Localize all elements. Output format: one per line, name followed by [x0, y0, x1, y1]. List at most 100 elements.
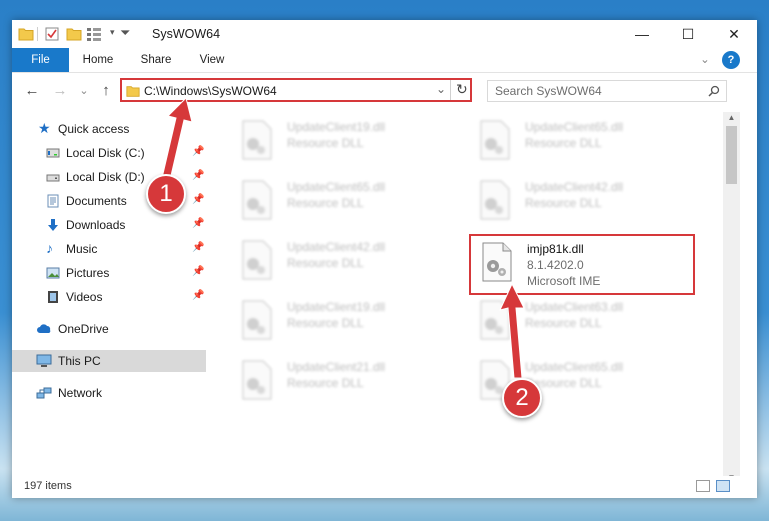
file-type: Resource DLL	[287, 136, 364, 150]
file-type: Resource DLL	[287, 256, 364, 270]
sidebar-item-videos[interactable]: Videos 📌	[12, 286, 206, 308]
details-view-icon[interactable]	[696, 480, 710, 492]
file-name: UpdateClient65.dll	[525, 120, 624, 134]
drive-icon	[46, 174, 60, 182]
sidebar-item-downloads[interactable]: Downloads 📌	[12, 214, 206, 236]
step-2-badge: 2	[502, 378, 542, 418]
minimize-button[interactable]: —	[619, 20, 665, 48]
recent-locations-button[interactable]: ⌄	[74, 82, 94, 100]
sidebar-item-music[interactable]: ♪ Music 📌	[12, 238, 206, 260]
file-name: UpdateClient19.dll	[287, 120, 386, 134]
window-title: SysWOW64	[152, 27, 221, 41]
dll-file-icon	[242, 120, 272, 160]
ribbon-tabs: File Home Share View ⌄ ?	[12, 48, 757, 73]
tab-view[interactable]: View	[190, 48, 234, 72]
file-item[interactable]: UpdateClient42.dll Resource DLL	[477, 176, 707, 234]
dll-file-icon	[480, 300, 510, 340]
sidebar-item-label: Local Disk (C:)	[66, 146, 145, 160]
large-icons-view-icon[interactable]	[716, 480, 730, 492]
file-item[interactable]: UpdateClient65.dll Resource DLL	[239, 176, 469, 234]
sidebar-item-label: OneDrive	[58, 322, 109, 336]
status-bar: 197 items	[12, 476, 757, 498]
sidebar-item-label: Documents	[66, 194, 127, 208]
view-menu-icon[interactable]	[86, 26, 104, 42]
pictures-icon	[46, 267, 60, 279]
address-path[interactable]: C:\Windows\SysWOW64	[144, 84, 277, 98]
file-item[interactable]: UpdateClient65.dll Resource DLL	[477, 116, 707, 174]
new-folder-icon[interactable]	[66, 26, 82, 42]
dll-file-icon	[242, 360, 272, 400]
vertical-scrollbar[interactable]: ▲ ▼	[723, 112, 740, 484]
file-type: Resource DLL	[525, 316, 602, 330]
network-icon	[36, 387, 52, 399]
file-type: Resource DLL	[525, 196, 602, 210]
file-item[interactable]: UpdateClient19.dll Resource DLL	[239, 296, 469, 354]
up-button[interactable]: ↑	[96, 82, 116, 100]
item-count: 197 items	[24, 480, 72, 492]
pin-icon[interactable]: 📌	[192, 146, 204, 157]
properties-icon[interactable]	[44, 26, 60, 42]
navigation-bar: ← → ⌄ ↑ C:\Windows\SysWOW64 ⌄ ↻ Search S…	[12, 74, 757, 108]
scrollbar-thumb[interactable]	[726, 126, 737, 184]
sidebar-item-network[interactable]: Network	[12, 382, 206, 404]
forward-button[interactable]: →	[50, 82, 70, 100]
sidebar-item-label: Music	[66, 242, 98, 256]
sidebar-item-local-disk-c[interactable]: Local Disk (C:) 📌	[12, 142, 206, 164]
file-type: Resource DLL	[287, 376, 364, 390]
sidebar-item-this-pc[interactable]: This PC	[12, 350, 206, 372]
expand-ribbon-icon[interactable]: ⌄	[696, 48, 714, 72]
sidebar-item-pictures[interactable]: Pictures 📌	[12, 262, 206, 284]
sidebar-item-label: Quick access	[58, 122, 130, 136]
quick-access-dropdown-icon[interactable]: ⏷	[120, 25, 130, 41]
file-item[interactable]: UpdateClient21.dll Resource DLL	[239, 356, 469, 414]
address-dropdown-icon[interactable]: ⌄	[436, 82, 446, 96]
customize-toolbar-icon[interactable]: ▾	[110, 27, 115, 43]
file-item[interactable]: UpdateClient63.dll Resource DLL	[477, 296, 707, 354]
pin-icon[interactable]: 📌	[192, 290, 204, 301]
scroll-up-icon[interactable]: ▲	[723, 112, 740, 124]
sidebar-item-onedrive[interactable]: OneDrive	[12, 318, 206, 340]
step-1-badge: 1	[146, 174, 186, 214]
sidebar-item-label: Pictures	[66, 266, 110, 280]
separator	[37, 27, 38, 41]
file-item[interactable]: UpdateClient42.dll Resource DLL	[239, 236, 469, 294]
sidebar-item-label: Downloads	[66, 218, 126, 232]
pin-icon[interactable]: 📌	[192, 266, 204, 277]
download-icon	[48, 219, 58, 231]
search-input[interactable]: Search SysWOW64	[487, 80, 727, 102]
pin-icon[interactable]: 📌	[192, 170, 204, 181]
pin-icon[interactable]: 📌	[192, 218, 204, 229]
sidebar-item-label: Network	[58, 386, 103, 400]
file-list: UpdateClient19.dll Resource DLL UpdateCl…	[217, 112, 723, 484]
sidebar-item-label: This PC	[58, 354, 101, 368]
file-name: UpdateClient19.dll	[287, 300, 386, 314]
file-name: UpdateClient42.dll	[287, 240, 386, 254]
sidebar-item-label: Local Disk (D:)	[66, 170, 145, 184]
close-button[interactable]: ✕	[711, 20, 757, 48]
address-bar[interactable]: C:\Windows\SysWOW64 ⌄ ↻	[120, 78, 472, 102]
tab-file[interactable]: File	[12, 48, 69, 72]
pin-icon[interactable]: 📌	[192, 194, 204, 205]
title-bar: ▾ ⏷ SysWOW64 — ☐ ✕	[12, 20, 757, 48]
file-name: UpdateClient65.dll	[525, 360, 624, 374]
sidebar-item-label: Videos	[66, 290, 103, 304]
back-button[interactable]: ←	[22, 82, 42, 100]
file-item[interactable]: UpdateClient19.dll Resource DLL	[239, 116, 469, 174]
dll-file-icon	[480, 120, 510, 160]
refresh-icon[interactable]: ↻	[456, 81, 468, 98]
file-type: Resource DLL	[525, 136, 602, 150]
dll-file-icon	[480, 180, 510, 220]
maximize-button[interactable]: ☐	[665, 20, 711, 48]
tab-home[interactable]: Home	[76, 48, 120, 72]
separator	[450, 80, 451, 100]
sidebar-item-quick-access[interactable]: ★ Quick access	[12, 118, 206, 140]
dll-file-icon	[242, 300, 272, 340]
search-icon[interactable]	[708, 85, 720, 97]
file-name: UpdateClient63.dll	[525, 300, 624, 314]
folder-icon	[18, 28, 34, 41]
navigation-pane: ★ Quick access Local Disk (C:) 📌 Local D…	[12, 112, 206, 484]
pin-icon[interactable]: 📌	[192, 242, 204, 253]
help-icon[interactable]: ?	[722, 51, 740, 69]
tab-share[interactable]: Share	[134, 48, 178, 72]
dll-file-icon	[242, 180, 272, 220]
